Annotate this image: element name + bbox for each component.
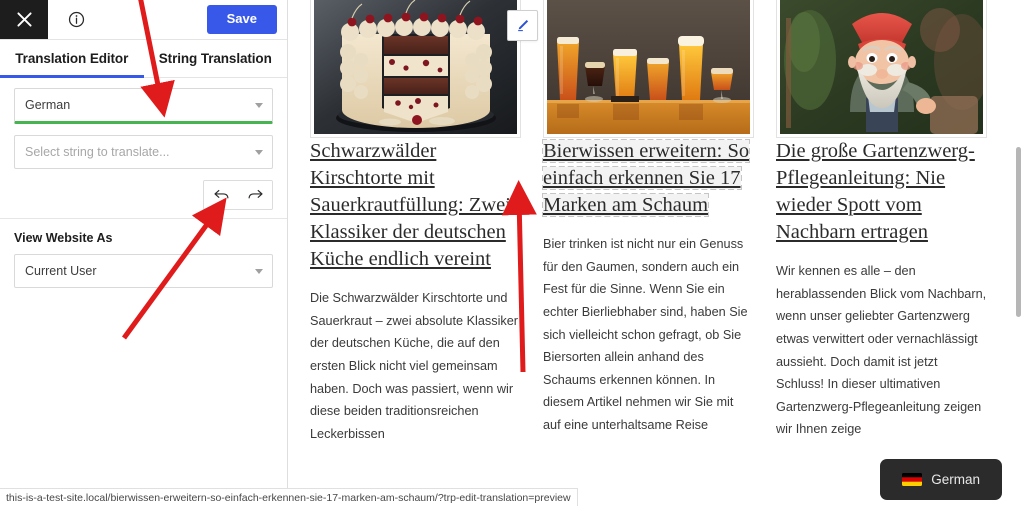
sidebar-tabs: Translation Editor String Translation bbox=[0, 40, 287, 78]
post-column-1: Schwarzwälder Kirschtorte mit Sauerkraut… bbox=[310, 0, 521, 506]
view-as-select[interactable]: Current User bbox=[14, 254, 273, 288]
language-switcher-label: German bbox=[931, 472, 980, 487]
string-select-field: Select string to translate... bbox=[14, 135, 273, 169]
sidebar-toolbar: Save bbox=[0, 0, 287, 40]
chevron-down-icon bbox=[255, 269, 263, 274]
save-button-wrap: Save bbox=[206, 0, 287, 39]
redo-arrow-icon[interactable] bbox=[238, 181, 272, 209]
post-excerpt-2: Bier trinken ist nicht nur ein Genuss fü… bbox=[543, 237, 748, 433]
post-column-2: Bierwissen erweitern: So einfach erkenne… bbox=[507, 0, 754, 506]
undo-arrow-icon[interactable] bbox=[204, 181, 238, 209]
black-forest-cake-photo bbox=[314, 0, 517, 134]
page-preview: Schwarzwälder Kirschtorte mit Sauerkraut… bbox=[288, 0, 1024, 506]
page-scrollbar[interactable] bbox=[1015, 0, 1022, 506]
view-as-value: Current User bbox=[25, 264, 97, 278]
tab-translation-editor[interactable]: Translation Editor bbox=[0, 40, 144, 78]
german-flag-icon bbox=[902, 473, 923, 486]
language-switcher-pill[interactable]: German bbox=[880, 459, 1002, 500]
string-select[interactable]: Select string to translate... bbox=[14, 135, 273, 169]
language-select-value: German bbox=[25, 98, 71, 112]
tab-string-translation[interactable]: String Translation bbox=[144, 40, 288, 77]
undo-redo-group bbox=[203, 180, 273, 210]
close-icon[interactable] bbox=[0, 0, 48, 39]
edit-translation-pencil-button[interactable] bbox=[507, 10, 538, 41]
scrollbar-thumb[interactable] bbox=[1016, 147, 1021, 317]
post-title-link-3[interactable]: Die große Gartenzwerg-Pflegeanleitung: N… bbox=[776, 140, 975, 243]
post-excerpt-3: Wir kennen es alle – den herablassenden … bbox=[776, 264, 987, 437]
status-bar-url: this-is-a-test-site.local/bierwissen-erw… bbox=[0, 488, 578, 506]
history-controls bbox=[14, 180, 273, 210]
view-as-field: Current User bbox=[14, 254, 273, 288]
post-grid: Schwarzwälder Kirschtorte mit Sauerkraut… bbox=[288, 0, 1024, 506]
garden-gnome-photo bbox=[780, 0, 983, 134]
post-excerpt-1: Die Schwarzwälder Kirschtorte und Sauerk… bbox=[310, 291, 519, 441]
browser-viewport: Save Translation Editor String Translati… bbox=[0, 0, 1024, 506]
post-title-link-2[interactable]: Bierwissen erweitern: So einfach erkenne… bbox=[541, 138, 751, 218]
chevron-down-icon bbox=[255, 150, 263, 155]
info-circle-icon[interactable] bbox=[48, 0, 104, 39]
sidebar-divider bbox=[0, 218, 287, 219]
language-select[interactable]: German bbox=[14, 88, 273, 124]
sidebar-body: German Select string to translate... Vie… bbox=[0, 78, 287, 288]
chevron-down-icon bbox=[255, 103, 263, 108]
string-select-value: Select string to translate... bbox=[25, 145, 170, 159]
language-select-field: German bbox=[14, 88, 273, 124]
post-thumbnail-1[interactable] bbox=[310, 0, 521, 138]
post-thumbnail-3[interactable] bbox=[776, 0, 987, 138]
save-button[interactable]: Save bbox=[206, 5, 277, 34]
beer-glasses-photo bbox=[547, 0, 750, 134]
translation-editor-sidebar: Save Translation Editor String Translati… bbox=[0, 0, 288, 506]
post-thumbnail-2[interactable] bbox=[543, 0, 754, 138]
post-column-3: Die große Gartenzwerg-Pflegeanleitung: N… bbox=[776, 0, 987, 506]
post-title-link-1[interactable]: Schwarzwälder Kirschtorte mit Sauerkraut… bbox=[310, 140, 511, 270]
view-website-as-label: View Website As bbox=[14, 231, 113, 245]
